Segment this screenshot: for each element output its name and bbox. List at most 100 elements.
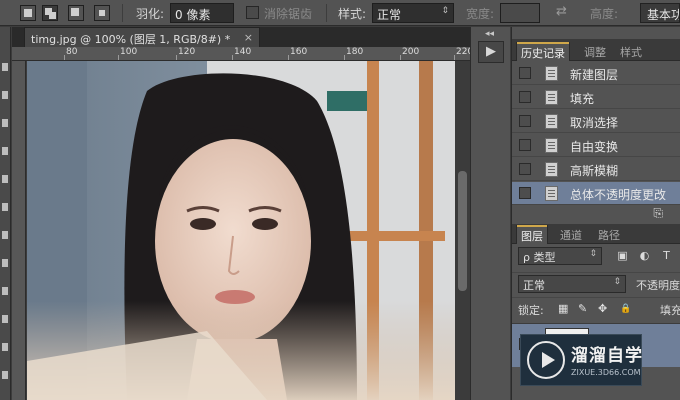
tool-icon[interactable] (2, 175, 8, 183)
play-logo-icon (527, 341, 565, 379)
select-arrows-icon: ⇕ (441, 6, 449, 16)
history-snapshot-checkbox[interactable] (519, 67, 531, 79)
history-item-label: 取消选择 (570, 116, 619, 130)
history-snapshot-checkbox[interactable] (519, 139, 531, 151)
tool-icon[interactable] (2, 287, 8, 295)
style-select-value: 正常 (377, 8, 402, 22)
history-item-label: 填充 (570, 92, 595, 106)
history-item[interactable]: 取消选择 (512, 110, 680, 133)
layer-filter-value: 类型 (533, 251, 556, 264)
ruler-tick-label: 160 (290, 47, 308, 57)
tool-icon[interactable] (2, 231, 8, 239)
select-arrows-icon: ⇕ (589, 249, 597, 259)
tool-icon[interactable] (2, 147, 8, 155)
lock-all-icon[interactable]: 🔒 (620, 303, 631, 315)
subtract-from-selection-mode-icon[interactable] (68, 5, 84, 21)
lock-position-icon[interactable]: ✥ (598, 303, 609, 315)
history-item[interactable]: 高斯模糊 (512, 158, 680, 181)
ruler-mark (454, 55, 455, 60)
lock-transparent-pixels-icon[interactable]: ▦ (558, 303, 569, 315)
ruler-mark (232, 55, 233, 60)
history-step-icon (545, 162, 558, 177)
actions-panel-button[interactable]: ▶ (478, 41, 504, 63)
history-step-icon (545, 66, 558, 81)
swap-dimensions-icon[interactable]: ⇄ (556, 4, 567, 19)
blend-mode-value: 正常 (523, 279, 545, 292)
history-snapshot-checkbox[interactable] (519, 163, 531, 175)
blend-mode-select[interactable]: 正常 ⇕ (518, 275, 626, 293)
ruler-mark (400, 55, 401, 60)
tool-icon[interactable] (2, 203, 8, 211)
image-filter-icon[interactable]: ▣ (616, 249, 629, 262)
layer-filter-row: ρ 类型 ⇕ ▣ ◐ T (512, 245, 680, 267)
width-label: 宽度: (466, 7, 495, 21)
canvas-vertical-scrollbar[interactable] (455, 61, 470, 400)
history-item[interactable]: 填充 (512, 86, 680, 109)
history-item[interactable]: 新建图层 (512, 62, 680, 85)
history-item[interactable]: 自由变换 (512, 134, 680, 157)
tool-icon[interactable] (2, 259, 8, 267)
ruler-mark (118, 55, 119, 60)
add-to-selection-mode-icon[interactable] (42, 5, 58, 21)
options-divider (326, 4, 327, 22)
tab-paths[interactable]: 路径 (594, 225, 624, 244)
width-input[interactable] (500, 3, 540, 23)
type-filter-icon[interactable]: T (660, 249, 673, 262)
options-divider (122, 4, 123, 22)
history-item-label: 自由变换 (570, 140, 619, 154)
collapse-panels-icon[interactable]: ◂◂ (485, 29, 494, 39)
ruler-tick-label: 100 (120, 47, 138, 57)
tab-layers[interactable]: 图层 (516, 225, 548, 244)
lock-label: 锁定: (518, 304, 544, 317)
tab-adjustments[interactable]: 调整 (580, 42, 610, 61)
tool-icon[interactable] (2, 119, 8, 127)
horizontal-ruler: 80 100 120 140 160 180 200 220 (12, 47, 470, 61)
feather-input[interactable]: 0 像素 (170, 3, 234, 23)
history-step-icon (545, 138, 558, 153)
history-item-label: 总体不透明度更改 (570, 188, 667, 202)
tool-icon[interactable] (2, 371, 8, 379)
style-label: 样式: (338, 7, 367, 21)
history-step-icon (545, 114, 558, 129)
document-tab-title: timg.jpg @ 100% (图层 1, RGB/8#) * (31, 33, 231, 46)
layer-filter-select[interactable]: ρ 类型 ⇕ (518, 247, 602, 265)
tab-styles[interactable]: 样式 (616, 42, 646, 61)
intersect-selection-mode-icon[interactable] (94, 5, 110, 21)
tool-icon[interactable] (2, 343, 8, 351)
watermark-name: 溜溜自学 (571, 346, 643, 366)
scrollbar-thumb[interactable] (458, 171, 467, 291)
style-select[interactable]: 正常 ⇕ (372, 3, 454, 23)
ruler-mark (64, 55, 65, 60)
blend-mode-row: 正常 ⇕ 不透明度 (512, 272, 680, 294)
active-tab-accent (517, 225, 547, 227)
history-panel-footer: ⎘ (512, 205, 680, 221)
new-selection-mode-icon[interactable] (20, 5, 36, 21)
ruler-tick-label: 180 (346, 47, 364, 57)
tool-icon[interactable] (2, 91, 8, 99)
layers-panel-tabs: 图层 通道 路径 (512, 224, 680, 244)
lock-image-pixels-icon[interactable]: ✎ (578, 303, 589, 315)
history-snapshot-checkbox[interactable] (519, 91, 531, 103)
document-canvas[interactable] (27, 61, 455, 400)
history-snapshot-checkbox[interactable] (519, 115, 531, 127)
close-icon[interactable]: × (244, 31, 253, 44)
tab-history-label: 历史记录 (521, 47, 565, 60)
feather-label: 羽化: (136, 7, 165, 21)
new-document-from-state-icon[interactable]: ⎘ (653, 206, 663, 221)
antialias-checkbox[interactable] (246, 6, 259, 19)
document-tab[interactable]: timg.jpg @ 100% (图层 1, RGB/8#) * × (24, 27, 260, 47)
refine-edge-button[interactable]: 基本功 (640, 3, 680, 23)
watermark-url: ZIXUE.3D66.COM (571, 368, 641, 377)
tab-channels[interactable]: 通道 (556, 225, 586, 244)
tool-icon[interactable] (2, 315, 8, 323)
history-item-selected[interactable]: 总体不透明度更改 (512, 182, 680, 205)
ruler-mark (344, 55, 345, 60)
ruler-mark (176, 55, 177, 60)
history-snapshot-checkbox[interactable] (519, 187, 531, 199)
search-icon: ρ (523, 251, 530, 264)
tool-icon[interactable] (2, 63, 8, 71)
ruler-tick-label: 120 (178, 47, 196, 57)
tools-panel (0, 27, 11, 400)
tab-history[interactable]: 历史记录 (516, 42, 570, 61)
adjustment-filter-icon[interactable]: ◐ (638, 249, 651, 262)
